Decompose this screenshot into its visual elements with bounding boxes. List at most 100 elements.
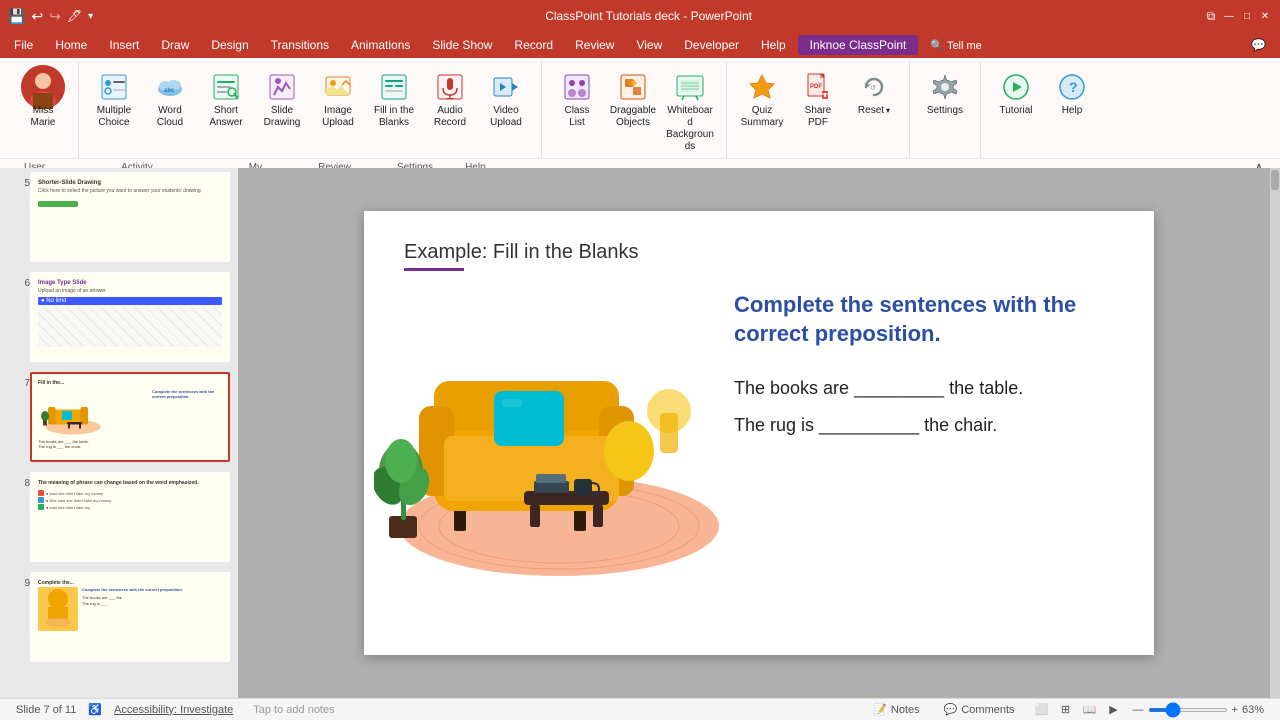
sentence-2: The rug is __________ the chair. bbox=[734, 415, 1114, 436]
window-controls[interactable]: ⧉ — □ ✕ bbox=[1204, 9, 1272, 23]
draggable-btn[interactable]: DraggableObjects bbox=[606, 66, 660, 134]
title-bar: 💾 ↩ ↪ 🖊 ▾ ClassPoint Tutorials deck - Po… bbox=[0, 0, 1280, 32]
menu-tellme[interactable]: 🔍 Tell me bbox=[920, 36, 991, 55]
slide-num-5: 5 bbox=[14, 178, 30, 189]
audio-record-label: AudioRecord bbox=[434, 105, 466, 129]
right-content: Complete the sentences with the correct … bbox=[734, 291, 1114, 436]
notes-btn[interactable]: 📝 Notes bbox=[865, 703, 927, 716]
slide-thumb-6[interactable]: 6 Image Type Slide Upload an image of an… bbox=[30, 272, 230, 362]
slide-num-8: 8 bbox=[14, 478, 30, 489]
quick-access-toolbar[interactable]: 💾 ↩ ↪ 🖊 ▾ bbox=[8, 8, 93, 25]
reset-label: Reset ▾ bbox=[858, 105, 890, 117]
question-text: Complete the sentences with the correct … bbox=[734, 291, 1114, 348]
comments-btn[interactable]: 💬 Comments bbox=[936, 703, 1023, 716]
image-upload-label: ImageUpload bbox=[322, 105, 354, 129]
restore-btn[interactable]: ⧉ bbox=[1204, 9, 1218, 23]
video-upload-btn[interactable]: VideoUpload bbox=[479, 66, 533, 134]
menu-slideshow[interactable]: Slide Show bbox=[422, 35, 502, 55]
main-area: 5 Shorter-Slide Drawing Click here to se… bbox=[0, 168, 1280, 698]
close-btn[interactable]: ✕ bbox=[1258, 9, 1272, 23]
tap-to-add-notes[interactable]: Tap to add notes bbox=[253, 704, 334, 716]
class-list-btn[interactable]: ClassList bbox=[550, 66, 604, 134]
tutorial-btn[interactable]: Tutorial bbox=[989, 66, 1043, 122]
slide-thumb-9[interactable]: 9 Complete the... Complete th bbox=[30, 572, 230, 662]
audio-record-btn[interactable]: AudioRecord bbox=[423, 66, 477, 134]
ribbon-group-help: Tutorial ? Help bbox=[981, 62, 1107, 158]
zoom-range[interactable] bbox=[1148, 708, 1228, 712]
customize-icon[interactable]: 🖊 bbox=[67, 9, 82, 23]
class-list-label: ClassList bbox=[564, 105, 589, 129]
menu-transitions[interactable]: Transitions bbox=[261, 35, 339, 55]
fill-blanks-btn[interactable]: Fill in theBlanks bbox=[367, 66, 421, 134]
maximize-btn[interactable]: □ bbox=[1240, 9, 1254, 23]
scrollbar-thumb[interactable] bbox=[1271, 170, 1279, 190]
menu-record[interactable]: Record bbox=[504, 35, 563, 55]
menu-draw[interactable]: Draw bbox=[151, 35, 199, 55]
zoom-slider: — + 63% bbox=[1133, 704, 1264, 716]
slide-thumb-8[interactable]: 8 The meaning of phrase can change based… bbox=[30, 472, 230, 562]
fill-blanks-label: Fill in theBlanks bbox=[374, 105, 414, 129]
multiple-choice-btn[interactable]: MultipleChoice bbox=[87, 66, 141, 134]
menu-classpoint[interactable]: Inknoe ClassPoint bbox=[798, 35, 919, 55]
menu-design[interactable]: Design bbox=[201, 35, 258, 55]
quiz-summary-btn[interactable]: QuizSummary bbox=[735, 66, 789, 134]
notes-bar: Slide 7 of 11 ♿ Accessibility: Investiga… bbox=[0, 698, 1280, 720]
minimize-btn[interactable]: — bbox=[1222, 9, 1236, 23]
save-icon[interactable]: 💾 bbox=[8, 8, 25, 25]
settings-label: Settings bbox=[927, 105, 963, 117]
reset-btn[interactable]: ↺ Reset ▾ bbox=[847, 66, 901, 122]
menu-home[interactable]: Home bbox=[45, 35, 97, 55]
slide-thumb-7[interactable]: 7 Fill in the... bbox=[30, 372, 230, 462]
slide-drawing-btn[interactable]: SlideDrawing bbox=[255, 66, 309, 134]
settings-btn[interactable]: Settings bbox=[918, 66, 972, 122]
ribbon-group-settings: Settings bbox=[910, 62, 981, 158]
video-upload-label: VideoUpload bbox=[490, 105, 522, 129]
avatar bbox=[21, 65, 65, 109]
redo-icon[interactable]: ↪ bbox=[49, 8, 61, 25]
accessibility-text[interactable]: Accessibility: Investigate bbox=[114, 704, 233, 716]
menu-bar: File Home Insert Draw Design Transitions… bbox=[0, 32, 1280, 58]
slide-thumb-5[interactable]: 5 Shorter-Slide Drawing Click here to se… bbox=[30, 172, 230, 262]
share-pdf-btn[interactable]: PDF SharePDF bbox=[791, 66, 845, 134]
svg-text:PDF: PDF bbox=[810, 84, 822, 90]
short-answer-btn[interactable]: ShortAnswer bbox=[199, 66, 253, 134]
canvas-scrollbar[interactable] bbox=[1270, 168, 1280, 698]
menu-review[interactable]: Review bbox=[565, 35, 624, 55]
multiple-choice-label: MultipleChoice bbox=[97, 105, 131, 129]
zoom-out-btn[interactable]: — bbox=[1133, 704, 1144, 716]
ribbon-group-activity: MultipleChoice abc WordCloud bbox=[79, 62, 542, 158]
slide-panel: 5 Shorter-Slide Drawing Click here to se… bbox=[0, 168, 238, 698]
ribbon-group-user: MissMarie bbox=[8, 62, 79, 158]
reading-view-btn[interactable]: 📖 bbox=[1079, 701, 1101, 719]
share-pdf-label: SharePDF bbox=[805, 105, 832, 129]
menu-file[interactable]: File bbox=[4, 35, 43, 55]
furniture-illustration bbox=[374, 261, 734, 601]
user-profile-btn[interactable]: MissMarie bbox=[16, 66, 70, 134]
image-upload-btn[interactable]: ImageUpload bbox=[311, 66, 365, 134]
menu-view[interactable]: View bbox=[626, 35, 672, 55]
view-buttons: ⬜ ⊞ 📖 ▶ bbox=[1031, 701, 1125, 719]
svg-text:?: ? bbox=[1069, 79, 1078, 95]
menu-animations[interactable]: Animations bbox=[341, 35, 420, 55]
slide-drawing-label: SlideDrawing bbox=[264, 105, 301, 129]
slide-num-9: 9 bbox=[14, 578, 30, 589]
tutorial-label: Tutorial bbox=[1000, 105, 1033, 117]
help-btn[interactable]: ? Help bbox=[1045, 66, 1099, 122]
menu-chat[interactable]: 💬 bbox=[1241, 35, 1276, 55]
slide-sorter-btn[interactable]: ⊞ bbox=[1055, 701, 1077, 719]
slideshow-btn[interactable]: ▶ bbox=[1103, 701, 1125, 719]
word-cloud-btn[interactable]: abc WordCloud bbox=[143, 66, 197, 134]
normal-view-btn[interactable]: ⬜ bbox=[1031, 701, 1053, 719]
slide-num-7: 7 bbox=[14, 378, 30, 389]
undo-icon[interactable]: ↩ bbox=[31, 8, 43, 25]
canvas-area[interactable]: Example: Fill in the Blanks bbox=[238, 168, 1280, 698]
slide-canvas: Example: Fill in the Blanks bbox=[364, 211, 1154, 655]
help-label: Help bbox=[1062, 105, 1083, 117]
menu-developer[interactable]: Developer bbox=[674, 35, 749, 55]
window-title: ClassPoint Tutorials deck - PowerPoint bbox=[93, 9, 1204, 23]
menu-help[interactable]: Help bbox=[751, 35, 796, 55]
menu-insert[interactable]: Insert bbox=[99, 35, 149, 55]
zoom-in-btn[interactable]: + bbox=[1232, 704, 1238, 716]
whiteboard-btn[interactable]: WhiteboardBackgrounds bbox=[662, 66, 718, 158]
slide-info: Slide 7 of 11 bbox=[16, 704, 76, 716]
